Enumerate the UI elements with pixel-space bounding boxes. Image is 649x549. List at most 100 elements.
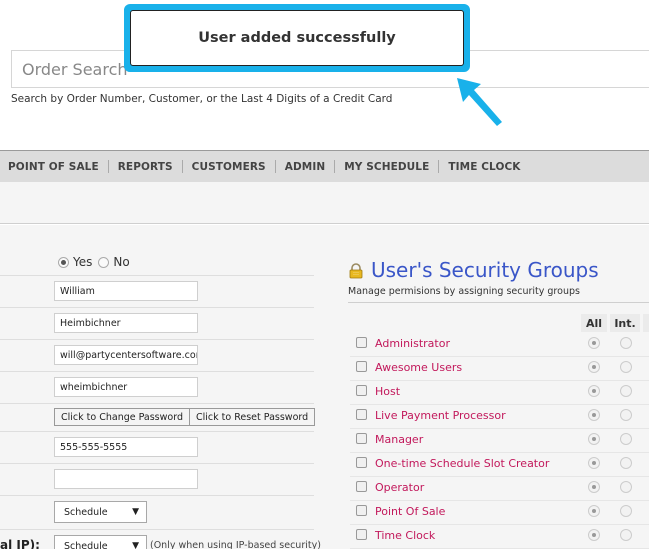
header-area: Search by Order Number, Customer, or the… [0,0,649,150]
security-group-checkbox[interactable] [356,457,367,468]
row-divider [0,403,314,404]
security-groups-subtitle: Manage permisions by assigning security … [348,286,580,297]
scope-all-radio[interactable] [588,457,600,469]
nav-point-of-sale[interactable]: POINT OF SALE [8,161,99,173]
scope-int-radio[interactable] [620,337,632,349]
scope-int-radio[interactable] [620,385,632,397]
scope-all-radio[interactable] [588,529,600,541]
default-page-select[interactable]: Schedule ▼ [54,501,147,523]
scope-all-radio[interactable] [588,361,600,373]
active-yes-label: Yes [73,255,93,269]
scope-all-radio[interactable] [588,385,600,397]
security-group-row: Operator [350,477,649,501]
row-divider [0,275,314,276]
security-group-row: Administrator [350,333,649,357]
security-group-checkbox[interactable] [356,433,367,444]
security-group-row: Time Clock [350,525,649,549]
change-password-button[interactable]: Click to Change Password [54,408,190,426]
security-group-checkbox[interactable] [356,409,367,420]
nav-admin[interactable]: ADMIN [285,161,326,173]
security-group-name[interactable]: Time Clock [375,529,435,542]
nav-divider [438,160,440,173]
security-group-name[interactable]: One-time Schedule Slot Creator [375,457,549,470]
row-divider [0,463,314,464]
nav-time-clock[interactable]: TIME CLOCK [448,161,520,173]
main-nav: POINT OF SALE REPORTS CUSTOMERS ADMIN MY… [0,150,649,182]
security-group-name[interactable]: Manager [375,433,423,446]
scope-int-radio[interactable] [620,457,632,469]
active-no-label: No [113,255,130,269]
security-group-checkbox[interactable] [356,385,367,396]
nav-divider [107,160,109,173]
caret-down-icon: ▼ [132,541,139,549]
security-group-checkbox[interactable] [356,481,367,492]
security-group-checkbox[interactable] [356,505,367,516]
lock-icon [349,263,363,279]
row-divider [0,307,314,308]
active-radio-group: Yes No [58,255,130,269]
blank-field[interactable] [54,469,198,489]
scope-all-radio[interactable] [588,433,600,445]
ip-note: (Only when using IP-based security) [150,540,321,549]
row-divider [0,529,314,530]
username-field[interactable] [54,377,198,397]
column-header-partial [643,314,649,332]
annotation-arrow-icon [457,78,502,126]
email-field[interactable] [54,345,198,365]
security-group-row: Awesome Users [350,357,649,381]
default-page-value: Schedule [64,506,108,518]
scope-all-radio[interactable] [588,481,600,493]
reset-password-button[interactable]: Click to Reset Password [189,408,316,426]
scope-all-radio[interactable] [588,409,600,421]
nav-divider [274,160,276,173]
security-group-name[interactable]: Live Payment Processor [375,409,506,422]
divider [348,302,649,303]
scope-all-radio[interactable] [588,505,600,517]
security-group-row: One-time Schedule Slot Creator [350,453,649,477]
security-group-row: Live Payment Processor [350,405,649,429]
nav-divider [334,160,336,173]
row-divider [0,495,314,496]
ip-row-label: al IP): [0,538,40,549]
security-group-name[interactable]: Point Of Sale [375,505,445,518]
security-group-name[interactable]: Host [375,385,400,398]
caret-down-icon: ▼ [132,507,139,517]
toast-notification: User added successfully [124,4,470,72]
security-group-row: Point Of Sale [350,501,649,525]
row-divider [0,371,314,372]
scope-int-radio[interactable] [620,361,632,373]
column-header-all: All [581,314,607,332]
security-group-checkbox[interactable] [356,529,367,540]
default-page-ip-value: Schedule [64,540,108,549]
security-group-name[interactable]: Operator [375,481,424,494]
column-header-int: Int. [610,314,640,332]
nav-my-schedule[interactable]: MY SCHEDULE [344,161,429,173]
nav-reports[interactable]: REPORTS [118,161,173,173]
security-group-row: Manager [350,429,649,453]
nav-divider [181,160,183,173]
security-groups-title: User's Security Groups [371,258,599,282]
phone-field[interactable] [54,437,198,457]
scope-int-radio[interactable] [620,529,632,541]
active-no-radio[interactable] [98,256,110,268]
scope-int-radio[interactable] [620,409,632,421]
scope-int-radio[interactable] [620,433,632,445]
default-page-ip-select[interactable]: Schedule ▼ [54,535,147,549]
scope-int-radio[interactable] [620,505,632,517]
security-group-name[interactable]: Awesome Users [375,361,462,374]
security-group-row: Host [350,381,649,405]
security-group-checkbox[interactable] [356,337,367,348]
scope-all-radio[interactable] [588,337,600,349]
last-name-field[interactable] [54,313,198,333]
nav-customers[interactable]: CUSTOMERS [192,161,266,173]
row-divider [0,431,314,432]
toast-message: User added successfully [130,10,464,66]
scope-int-radio[interactable] [620,481,632,493]
first-name-field[interactable] [54,281,198,301]
subheader-bar [0,182,649,224]
security-group-checkbox[interactable] [356,361,367,372]
row-divider [0,339,314,340]
search-hint: Search by Order Number, Customer, or the… [11,93,393,105]
security-group-name[interactable]: Administrator [375,337,450,350]
active-yes-radio[interactable] [58,256,69,268]
